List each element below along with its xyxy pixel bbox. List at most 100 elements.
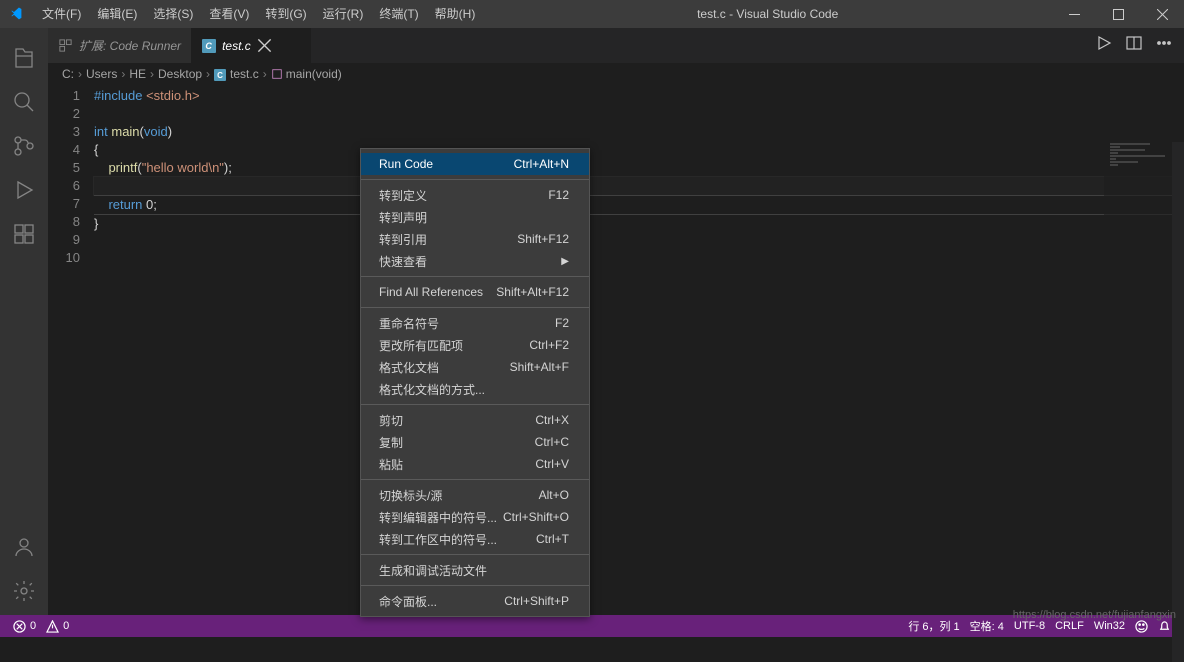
breadcrumb-item[interactable]: Desktop bbox=[158, 67, 202, 81]
explorer-icon[interactable] bbox=[0, 38, 48, 78]
code-content[interactable]: #include <stdio.h> int main(void){ print… bbox=[94, 85, 1184, 615]
scrollbar[interactable] bbox=[1172, 142, 1184, 662]
menu-item[interactable]: 运行(R) bbox=[315, 0, 372, 28]
status-encoding[interactable]: UTF-8 bbox=[1009, 620, 1050, 632]
status-cursor[interactable]: 行 6，列 1 bbox=[903, 618, 964, 634]
context-menu-item[interactable]: 剪切Ctrl+X bbox=[361, 409, 589, 431]
context-menu-item[interactable]: 转到工作区中的符号... Ctrl+T bbox=[361, 528, 589, 550]
menu-separator bbox=[361, 585, 589, 586]
menu-item-label: 转到工作区中的符号... bbox=[379, 531, 497, 548]
chevron-right-icon: › bbox=[78, 67, 82, 81]
status-spaces[interactable]: 空格: 4 bbox=[965, 618, 1009, 634]
tab-label: test.c bbox=[222, 39, 251, 53]
search-icon[interactable] bbox=[0, 82, 48, 122]
menu-item-label: 转到声明 bbox=[379, 209, 427, 226]
tab-actions bbox=[1096, 28, 1184, 63]
breadcrumb-item[interactable]: main(void) bbox=[271, 67, 342, 81]
context-menu-item[interactable]: 转到声明 bbox=[361, 206, 589, 228]
context-menu-item[interactable]: 命令面板... Ctrl+Shift+P bbox=[361, 590, 589, 612]
source-control-icon[interactable] bbox=[0, 126, 48, 166]
menu-item-label: 转到引用 bbox=[379, 231, 427, 248]
window-controls bbox=[1052, 9, 1184, 20]
status-feedback-icon[interactable] bbox=[1130, 620, 1153, 633]
line-gutter: 12345678910 bbox=[48, 85, 94, 615]
editor-area: 扩展: Code Runner Ctest.c C: › Users › HE › Deskt… bbox=[48, 28, 1184, 615]
chevron-right-icon: › bbox=[263, 67, 267, 81]
menu-item-label: 粘贴 bbox=[379, 456, 403, 473]
menu-shortcut: Shift+Alt+F12 bbox=[496, 285, 569, 299]
menu-separator bbox=[361, 404, 589, 405]
menu-shortcut: Ctrl+Shift+O bbox=[503, 510, 569, 524]
menu-separator bbox=[361, 307, 589, 308]
maximize-button[interactable] bbox=[1096, 9, 1140, 20]
menu-separator bbox=[361, 554, 589, 555]
status-eol[interactable]: CRLF bbox=[1050, 620, 1089, 632]
context-menu-item[interactable]: 转到编辑器中的符号... Ctrl+Shift+O bbox=[361, 506, 589, 528]
breadcrumb-item[interactable]: HE bbox=[129, 67, 146, 81]
menu-item-label: 生成和调试活动文件 bbox=[379, 562, 487, 579]
context-menu-item[interactable]: 重命名符号F2 bbox=[361, 312, 589, 334]
menu-item[interactable]: 编辑(E) bbox=[89, 0, 145, 28]
code-editor[interactable]: 12345678910 #include <stdio.h> int main(… bbox=[48, 85, 1184, 615]
menu-item-label: Run Code bbox=[379, 157, 433, 171]
context-menu-item[interactable]: 格式化文档 Shift+Alt+F bbox=[361, 356, 589, 378]
tab[interactable]: 扩展: Code Runner bbox=[48, 28, 191, 63]
menu-shortcut: Ctrl+X bbox=[535, 413, 569, 427]
breadcrumb-item[interactable]: Ctest.c bbox=[214, 67, 259, 82]
menu-item[interactable]: 选择(S) bbox=[145, 0, 201, 28]
breadcrumb-item[interactable]: Users bbox=[86, 67, 117, 81]
submenu-arrow-icon: ▶ bbox=[561, 256, 569, 267]
menu-item-label: 转到编辑器中的符号... bbox=[379, 509, 497, 526]
context-menu-item[interactable]: 快速查看▶ bbox=[361, 250, 589, 272]
close-tab-icon[interactable] bbox=[257, 38, 272, 53]
context-menu-item[interactable]: Run CodeCtrl+Alt+N bbox=[361, 153, 589, 175]
context-menu-item[interactable]: 更改所有匹配项Ctrl+F2 bbox=[361, 334, 589, 356]
menu-item-label: 命令面板... bbox=[379, 593, 437, 610]
title-bar: 文件(F)编辑(E)选择(S)查看(V)转到(G)运行(R)终端(T)帮助(H)… bbox=[0, 0, 1184, 28]
breadcrumb[interactable]: C:›Users›HE›Desktop›Ctest.c›main(void) bbox=[48, 63, 1184, 85]
breadcrumb-item[interactable]: C: bbox=[62, 67, 74, 81]
menu-item-label: Find All References bbox=[379, 285, 483, 299]
tab-bar: 扩展: Code Runner Ctest.c bbox=[48, 28, 1184, 63]
context-menu-item[interactable]: 生成和调试活动文件 bbox=[361, 559, 589, 581]
activity-bar bbox=[0, 28, 48, 615]
split-editor-icon[interactable] bbox=[1126, 35, 1142, 56]
menu-shortcut: Ctrl+C bbox=[535, 435, 569, 449]
menu-separator bbox=[361, 479, 589, 480]
menu-item[interactable]: 转到(G) bbox=[257, 0, 314, 28]
menu-item-label: 转到定义 bbox=[379, 187, 427, 204]
chevron-right-icon: › bbox=[121, 67, 125, 81]
menu-shortcut: F2 bbox=[555, 316, 569, 330]
more-icon[interactable] bbox=[1156, 35, 1172, 56]
menu-shortcut: Ctrl+Shift+P bbox=[504, 594, 569, 608]
menu-shortcut: F12 bbox=[548, 188, 569, 202]
menu-separator bbox=[361, 179, 589, 180]
menu-item-label: 格式化文档 bbox=[379, 359, 439, 376]
run-debug-icon[interactable] bbox=[0, 170, 48, 210]
context-menu-item[interactable]: 转到引用Shift+F12 bbox=[361, 228, 589, 250]
menu-item[interactable]: 终端(T) bbox=[371, 0, 426, 28]
run-icon[interactable] bbox=[1096, 35, 1112, 56]
menu-item[interactable]: 帮助(H) bbox=[427, 0, 484, 28]
context-menu-item[interactable]: 粘贴Ctrl+V bbox=[361, 453, 589, 475]
context-menu-item[interactable]: 切换标头/源Alt+O bbox=[361, 484, 589, 506]
menu-shortcut: Ctrl+T bbox=[536, 532, 569, 546]
account-icon[interactable] bbox=[0, 527, 48, 567]
status-errors[interactable]: 0 bbox=[8, 620, 41, 633]
extensions-icon[interactable] bbox=[0, 214, 48, 254]
context-menu-item[interactable]: Find All References Shift+Alt+F12 bbox=[361, 281, 589, 303]
tab[interactable]: Ctest.c bbox=[191, 28, 311, 63]
plugin-file-icon bbox=[58, 38, 73, 53]
menu-item[interactable]: 文件(F) bbox=[34, 0, 89, 28]
minimize-button[interactable] bbox=[1052, 9, 1096, 20]
settings-gear-icon[interactable] bbox=[0, 571, 48, 611]
context-menu-item[interactable]: 复制Ctrl+C bbox=[361, 431, 589, 453]
menu-item[interactable]: 查看(V) bbox=[201, 0, 257, 28]
menu-shortcut: Shift+Alt+F bbox=[510, 360, 569, 374]
status-warnings[interactable]: 0 bbox=[41, 620, 74, 633]
tab-label: 扩展: Code Runner bbox=[79, 37, 181, 54]
close-button[interactable] bbox=[1140, 9, 1184, 20]
context-menu-item[interactable]: 转到定义 F12 bbox=[361, 184, 589, 206]
status-lang[interactable]: Win32 bbox=[1089, 620, 1130, 632]
context-menu-item[interactable]: 格式化文档的方式... bbox=[361, 378, 589, 400]
